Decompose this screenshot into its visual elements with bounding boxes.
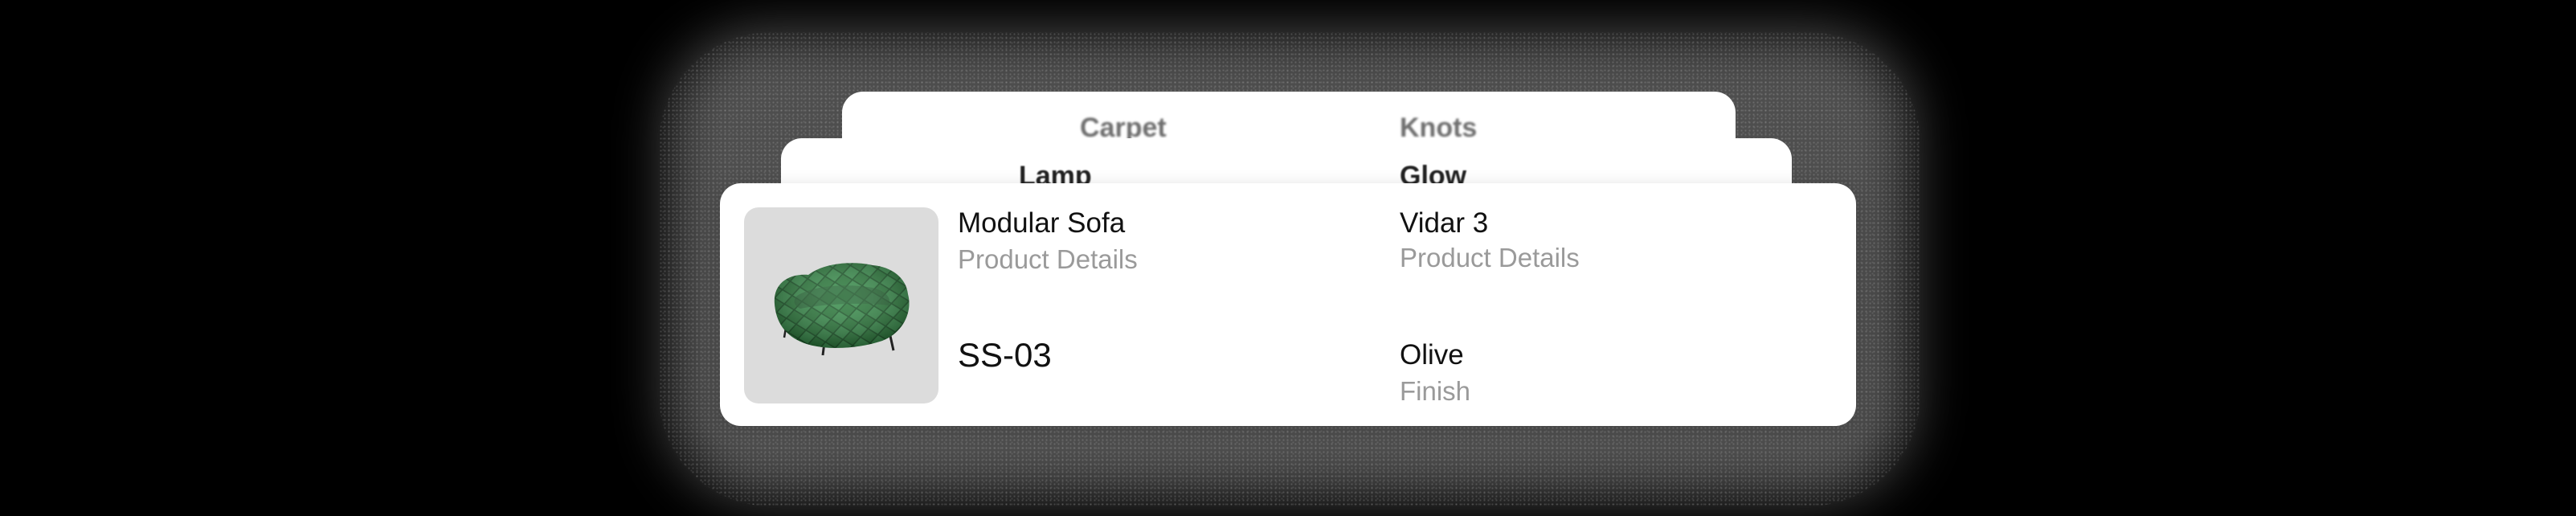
sofa-icon (774, 263, 910, 356)
product-model-caption: Product Details (1400, 243, 1580, 272)
product-sku: SS-03 (958, 336, 1052, 374)
product-name: Modular Sofa (958, 207, 1126, 239)
product-thumbnail[interactable] (744, 207, 938, 403)
product-finish: Olive (1400, 339, 1464, 371)
product-name-caption: Product Details (958, 244, 1138, 274)
product-card-modular-sofa[interactable]: Modular Sofa Product Details SS-03 Vidar… (720, 183, 1856, 426)
product-finish-caption: Finish (1400, 376, 1471, 406)
product-model: Vidar 3 (1400, 207, 1489, 239)
product-card-stack-scene: Carpet Knots Lamp Glow Modular Sofa Prod… (0, 0, 2576, 516)
